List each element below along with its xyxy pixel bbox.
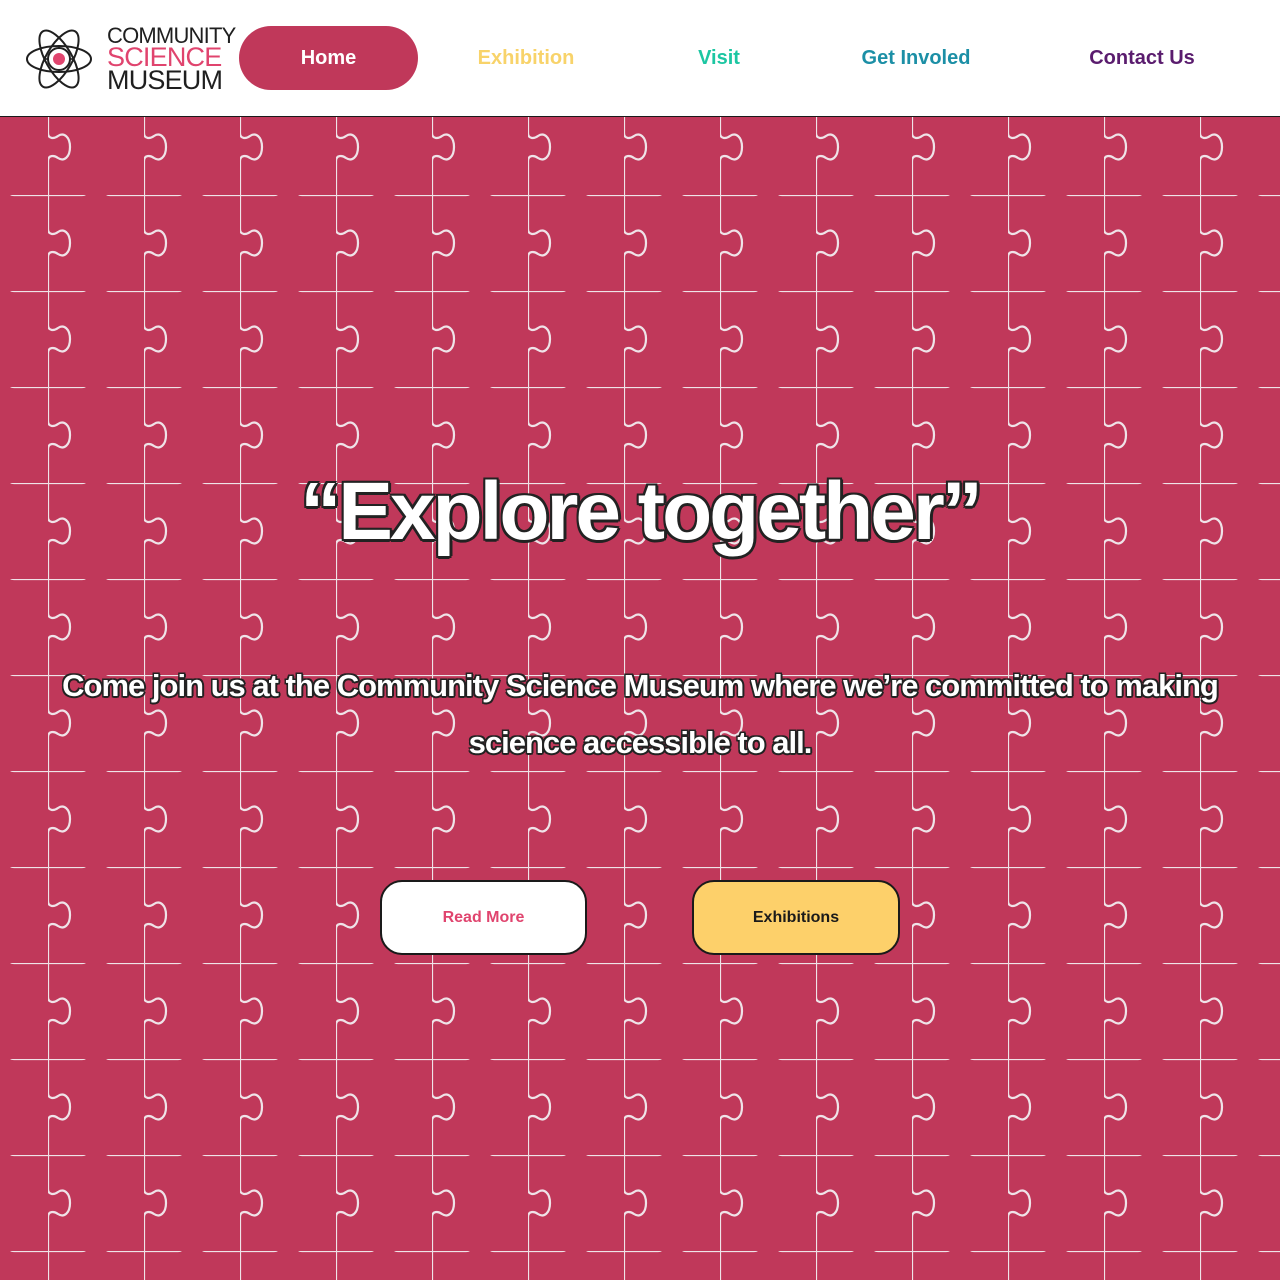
hero-section: “Explore together” Come join us at the C… (0, 117, 1280, 1280)
site-header: Community Science Museum Home Exhibition… (0, 0, 1280, 117)
nav-visit[interactable]: Visit (679, 26, 759, 90)
logo-line-museum: Museum (107, 65, 223, 95)
atom-icon (26, 29, 92, 89)
logo-wordmark: Community Science Museum (107, 25, 236, 95)
hero-title: “Explore together” (300, 466, 983, 557)
nav-contact-us[interactable]: Contact Us (1079, 26, 1205, 90)
exhibitions-button[interactable]: Exhibitions (692, 880, 900, 955)
nav-get-involved[interactable]: Get Involed (851, 26, 981, 90)
nav-exhibition[interactable]: Exhibition (468, 26, 584, 90)
logo[interactable]: Community Science Museum (24, 24, 236, 95)
hero-subtitle: Come join us at the Community Science Mu… (62, 668, 1219, 760)
read-more-button[interactable]: Read More (380, 880, 587, 955)
nav-home[interactable]: Home (239, 26, 418, 90)
